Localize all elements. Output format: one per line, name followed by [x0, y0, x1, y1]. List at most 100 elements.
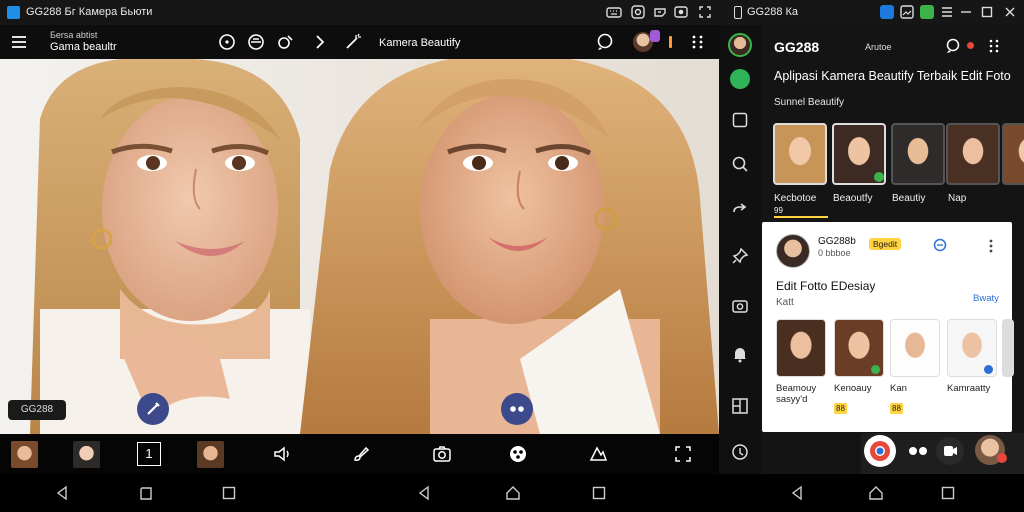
watermark-badge: GG288: [8, 400, 66, 420]
magic-wand-icon[interactable]: [344, 33, 362, 51]
panel-heading: Aplipasi Kamera Beautify Terbaik Edit Fo…: [774, 69, 1011, 83]
page-indicator[interactable]: 1: [137, 442, 161, 466]
toggle-dots-icon[interactable]: [907, 443, 929, 459]
timer-icon[interactable]: [218, 33, 236, 51]
fullscreen-icon[interactable]: [697, 4, 713, 20]
thumb-label-4: Nap: [948, 193, 967, 204]
bell-icon[interactable]: [731, 345, 749, 363]
post-card[interactable]: GG288b 0 bbboe Bgedit Edit Fotto EDesiay…: [762, 222, 1014, 432]
maximize-icon[interactable]: [979, 4, 995, 20]
card-account-sub: 0 bbboe: [818, 248, 851, 258]
active-underline: [774, 216, 828, 218]
chat-icon[interactable]: [596, 33, 614, 51]
card-thumb-4-badge: [984, 365, 993, 374]
rotate-icon[interactable]: [630, 4, 646, 20]
reshape-button[interactable]: [137, 393, 169, 425]
card-thumb-3[interactable]: [890, 319, 940, 377]
camera-icon[interactable]: [673, 4, 689, 20]
card-thumb-sub-2: 88: [834, 403, 847, 414]
back-icon-2[interactable]: [416, 485, 432, 501]
thumbnail-3[interactable]: [197, 441, 224, 468]
expand-icon[interactable]: [673, 444, 693, 464]
style-thumb-1[interactable]: [773, 123, 827, 185]
grid-menu-icon[interactable]: [689, 33, 707, 51]
card-more-icon[interactable]: [984, 238, 998, 254]
live-dot: [967, 42, 974, 49]
keyboard-icon[interactable]: [606, 4, 622, 20]
card-tag[interactable]: Bgedit: [869, 238, 902, 250]
pin-icon[interactable]: [731, 247, 749, 265]
phone-icon: [734, 6, 742, 19]
brand-title: GG288: [774, 39, 820, 55]
more-vert-icon[interactable]: [986, 38, 1002, 54]
capture-icon[interactable]: [432, 444, 452, 464]
app-subtitle: Беrsa abtist: [50, 30, 98, 40]
back-icon[interactable]: [54, 485, 70, 501]
card-thumb-5[interactable]: [1002, 319, 1014, 377]
explore-icon[interactable]: [731, 443, 749, 461]
profile-avatar[interactable]: [728, 33, 752, 57]
adjust-icon[interactable]: [588, 444, 608, 464]
right-window-title: GG288 Ка: [747, 6, 799, 18]
chevron-right-icon[interactable]: [311, 33, 329, 51]
hamburger-menu-icon[interactable]: [10, 33, 28, 51]
thumb-label-3: Beautiy: [892, 193, 926, 204]
system-nav-bar: [0, 474, 1024, 512]
home-icon-2[interactable]: [868, 485, 884, 501]
close-icon[interactable]: [1002, 4, 1018, 20]
home-icon[interactable]: [505, 485, 521, 501]
browser-button-icon[interactable]: [864, 435, 896, 467]
card-action-link[interactable]: Bwaty: [973, 293, 999, 304]
card-subtitle: Katt: [776, 297, 794, 308]
minimize-icon[interactable]: [958, 4, 974, 20]
camera-roll-icon[interactable]: [731, 297, 749, 315]
right-panel: GG288 Arutoe Aplipasi Kamera Beautify Te…: [761, 25, 1024, 474]
app-top-bar: Беrsa abtist Gama beaultr Kamera Beautif…: [0, 25, 719, 59]
thumb-label-1: Kecbotoe: [774, 193, 817, 204]
search-icon[interactable]: [731, 155, 749, 173]
controller-icon[interactable]: [652, 4, 668, 20]
style-thumb-4[interactable]: [946, 123, 1000, 185]
thumbnail-1[interactable]: [11, 441, 38, 468]
gallery-app-icon[interactable]: [899, 4, 915, 20]
side-rail: [719, 25, 761, 474]
retouch-icon[interactable]: [277, 33, 295, 51]
brush-icon[interactable]: [351, 444, 371, 464]
comment-icon[interactable]: [932, 238, 948, 254]
square-icon[interactable]: [731, 111, 749, 129]
camera-preview[interactable]: GG288: [0, 59, 719, 434]
thumb-label-2: Beaoutfy: [833, 193, 873, 204]
more-options-button[interactable]: [501, 393, 533, 425]
portrait-image: [0, 59, 719, 434]
card-thumb-1[interactable]: [776, 319, 826, 377]
card-thumb-sub-1: sasyy'd: [776, 394, 808, 405]
recents-icon-2[interactable]: [940, 485, 956, 501]
layout-icon[interactable]: [731, 397, 749, 415]
link-icon[interactable]: [731, 200, 749, 218]
card-avatar[interactable]: [776, 234, 810, 268]
thumb-sub-1: 99: [774, 206, 783, 215]
thumbnail-2[interactable]: [73, 441, 100, 468]
style-thumb-5[interactable]: [1002, 123, 1024, 185]
recents-left-icon[interactable]: [138, 485, 154, 501]
message-icon[interactable]: [945, 38, 961, 54]
style-thumb-3[interactable]: [891, 123, 945, 185]
menu-icon[interactable]: [939, 4, 955, 20]
store-app-icon[interactable]: [919, 4, 935, 20]
home-square-icon[interactable]: [221, 485, 237, 501]
browser-app-icon[interactable]: [879, 4, 895, 20]
card-thumb-label-2: Kenoauy: [834, 383, 872, 394]
video-button-icon[interactable]: [936, 437, 964, 465]
window-title: GG288 Бг Камера Бьюти: [26, 6, 153, 18]
audio-icon[interactable]: [272, 444, 292, 464]
app-logo-icon: [7, 6, 20, 19]
card-thumb-label-3: Kan: [890, 383, 907, 394]
effects-icon[interactable]: [508, 444, 528, 464]
pen-icon: [147, 402, 160, 415]
recents-icon[interactable]: [591, 485, 607, 501]
card-title: Edit Fotto EDesiay: [776, 279, 876, 293]
filter-icon[interactable]: [247, 33, 265, 51]
online-status-icon[interactable]: [730, 69, 750, 89]
mode-label[interactable]: Kamera Beautify: [379, 37, 460, 49]
back-icon-3[interactable]: [789, 485, 805, 501]
